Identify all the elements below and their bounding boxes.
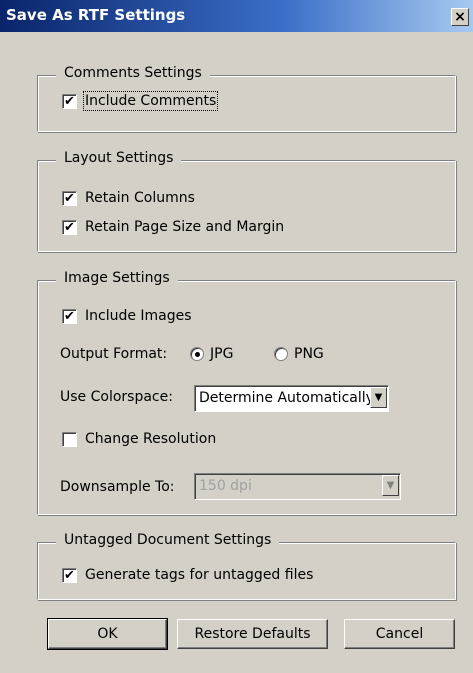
retain-columns-checkbox[interactable]: ✔ Retain Columns	[62, 190, 195, 206]
generate-tags-label: Generate tags for untagged files	[85, 567, 314, 583]
format-png-label: PNG	[294, 346, 324, 362]
layout-settings-group: Layout Settings ✔ Retain Columns ✔ Retai…	[37, 150, 456, 252]
check-icon: ✔	[62, 93, 77, 109]
generate-tags-checkbox[interactable]: ✔ Generate tags for untagged files	[62, 567, 313, 583]
radio-selected-icon	[190, 347, 204, 361]
change-resolution-label: Change Resolution	[85, 431, 217, 447]
colorspace-label: Use Colorspace:	[60, 389, 173, 405]
window-title: Save As RTF Settings	[6, 6, 186, 24]
image-settings-legend: Image Settings	[56, 270, 178, 286]
ok-button[interactable]: OK	[47, 618, 168, 650]
downsample-label: Downsample To:	[60, 479, 175, 495]
check-icon: ✔	[62, 219, 77, 235]
retain-page-size-label: Retain Page Size and Margin	[85, 219, 285, 235]
format-radio-png[interactable]: PNG	[274, 346, 324, 362]
close-icon[interactable]: ×	[451, 8, 469, 26]
retain-page-size-checkbox[interactable]: ✔ Retain Page Size and Margin	[62, 219, 284, 235]
check-icon: ✔	[62, 308, 77, 324]
include-images-checkbox[interactable]: ✔ Include Images	[62, 308, 192, 324]
include-images-label: Include Images	[85, 308, 192, 324]
layout-settings-legend: Layout Settings	[56, 150, 182, 166]
format-radio-jpg[interactable]: JPG	[190, 346, 233, 362]
colorspace-select[interactable]: Determine Automatically ▼	[194, 385, 389, 412]
downsample-value: 150 dpi	[199, 478, 252, 494]
comments-settings-group: Comments Settings ✔ Include Comments	[37, 65, 456, 132]
colorspace-value: Determine Automatically	[199, 390, 374, 406]
radio-unselected-icon	[274, 347, 288, 361]
unchecked-box	[62, 431, 77, 447]
untagged-settings-group: Untagged Document Settings ✔ Generate ta…	[37, 532, 456, 600]
image-settings-group: Image Settings ✔ Include Images Output F…	[37, 270, 456, 515]
restore-defaults-button[interactable]: Restore Defaults	[177, 619, 328, 649]
retain-columns-label: Retain Columns	[85, 190, 195, 206]
check-icon: ✔	[62, 567, 77, 583]
include-comments-label: Include Comments	[82, 91, 219, 111]
include-comments-checkbox[interactable]: ✔ Include Comments	[62, 91, 219, 111]
output-format-label: Output Format:	[60, 346, 168, 362]
chevron-down-icon[interactable]: ▼	[370, 387, 387, 408]
cancel-button[interactable]: Cancel	[344, 619, 455, 649]
format-jpg-label: JPG	[210, 346, 234, 362]
chevron-down-icon[interactable]: ▼	[382, 475, 399, 496]
comments-settings-legend: Comments Settings	[56, 65, 210, 81]
downsample-select[interactable]: 150 dpi ▼	[194, 473, 401, 500]
title-bar: Save As RTF Settings ×	[0, 0, 473, 32]
change-resolution-checkbox[interactable]: Change Resolution	[62, 431, 216, 447]
untagged-settings-legend: Untagged Document Settings	[56, 532, 280, 548]
check-icon: ✔	[62, 190, 77, 206]
